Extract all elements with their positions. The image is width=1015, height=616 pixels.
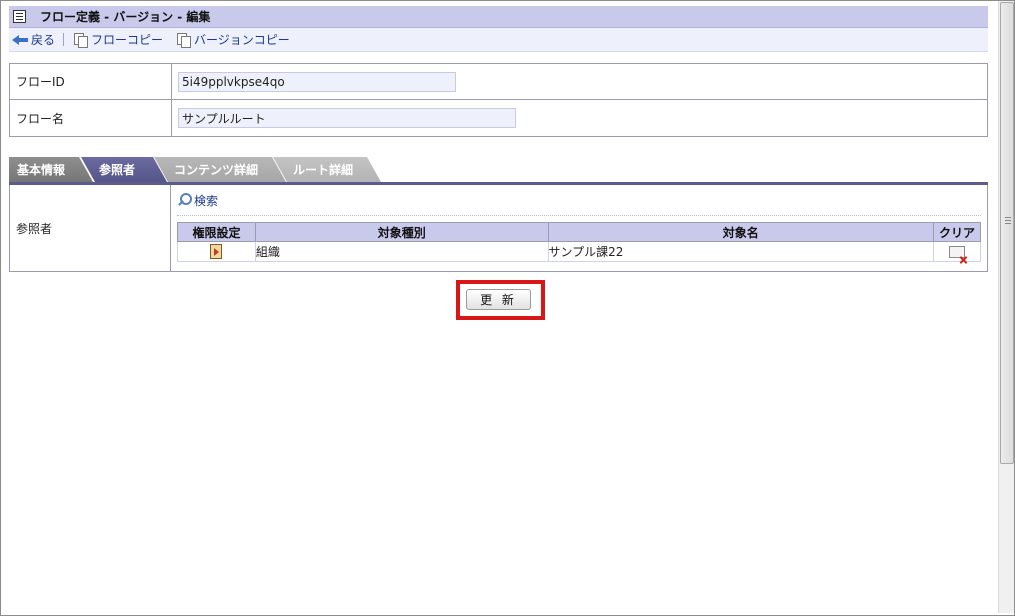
flow-info-table: フローID 5i49pplvkpse4qo フロー名 サンプルルート [9,63,988,137]
back-button[interactable]: 戻る [12,31,55,48]
flow-name-row: フロー名 サンプルルート [10,100,987,136]
search-link[interactable]: 検索 [177,191,218,209]
column-header-permission: 権限設定 [177,222,256,242]
flow-name-field[interactable]: サンプルルート [178,108,516,128]
page-header: フロー定義 - バージョン - 編集 [9,6,988,28]
back-label: 戻る [31,33,56,47]
flow-id-label: フローID [10,64,172,99]
toolbar-divider [63,33,65,46]
tab-basic-info[interactable]: 基本情報 [9,157,93,182]
tab-content-details[interactable]: コンテンツ詳細 [154,157,286,182]
search-label: 検索 [194,193,219,208]
search-icon [177,193,192,207]
viewers-table: 権限設定 対象種別 対象名 クリア 組織 サンプル課22 [177,222,981,262]
tab-bar: 基本情報 ルート詳細 コンテンツ詳細 参照者 [9,157,988,183]
copy-icon [74,32,89,48]
viewers-panel: 参照者 検索 権限設定 対象種別 対象名 クリア 組織 サンプル課22 [9,185,988,272]
permission-icon[interactable] [210,244,223,259]
divider [177,215,981,216]
target-name-cell: サンプル課22 [547,241,935,262]
flow-copy-button[interactable]: フローコピー [74,31,163,48]
column-header-clear: クリア [933,222,981,242]
clear-icon[interactable] [949,246,965,258]
update-button[interactable]: 更 新 [466,289,531,310]
flow-copy-label: フローコピー [91,33,164,47]
column-header-target-type: 対象種別 [254,222,549,242]
copy-icon [177,32,192,48]
column-header-target-name: 対象名 [547,222,935,242]
back-arrow-icon [12,34,28,45]
tab-route-details[interactable]: ルート詳細 [273,157,381,182]
version-copy-button[interactable]: バージョンコピー [177,31,290,48]
table-row: 組織 サンプル課22 [177,241,981,262]
vertical-scrollbar[interactable] [998,1,1014,613]
toolbar: 戻る フローコピー バージョンコピー [9,28,988,52]
document-icon [13,10,26,23]
flow-id-row: フローID 5i49pplvkpse4qo [10,64,987,100]
tab-viewers[interactable]: 参照者 [81,157,167,182]
flow-id-field[interactable]: 5i49pplvkpse4qo [178,71,456,92]
target-type-cell: 組織 [254,241,549,262]
scrollbar-grip-icon [1005,217,1011,224]
viewers-label: 参照者 [10,185,171,271]
page-title: フロー定義 - バージョン - 編集 [40,10,211,24]
scrollbar-thumb[interactable] [1000,2,1014,464]
flow-name-label: フロー名 [10,100,172,136]
version-copy-label: バージョンコピー [194,33,290,47]
